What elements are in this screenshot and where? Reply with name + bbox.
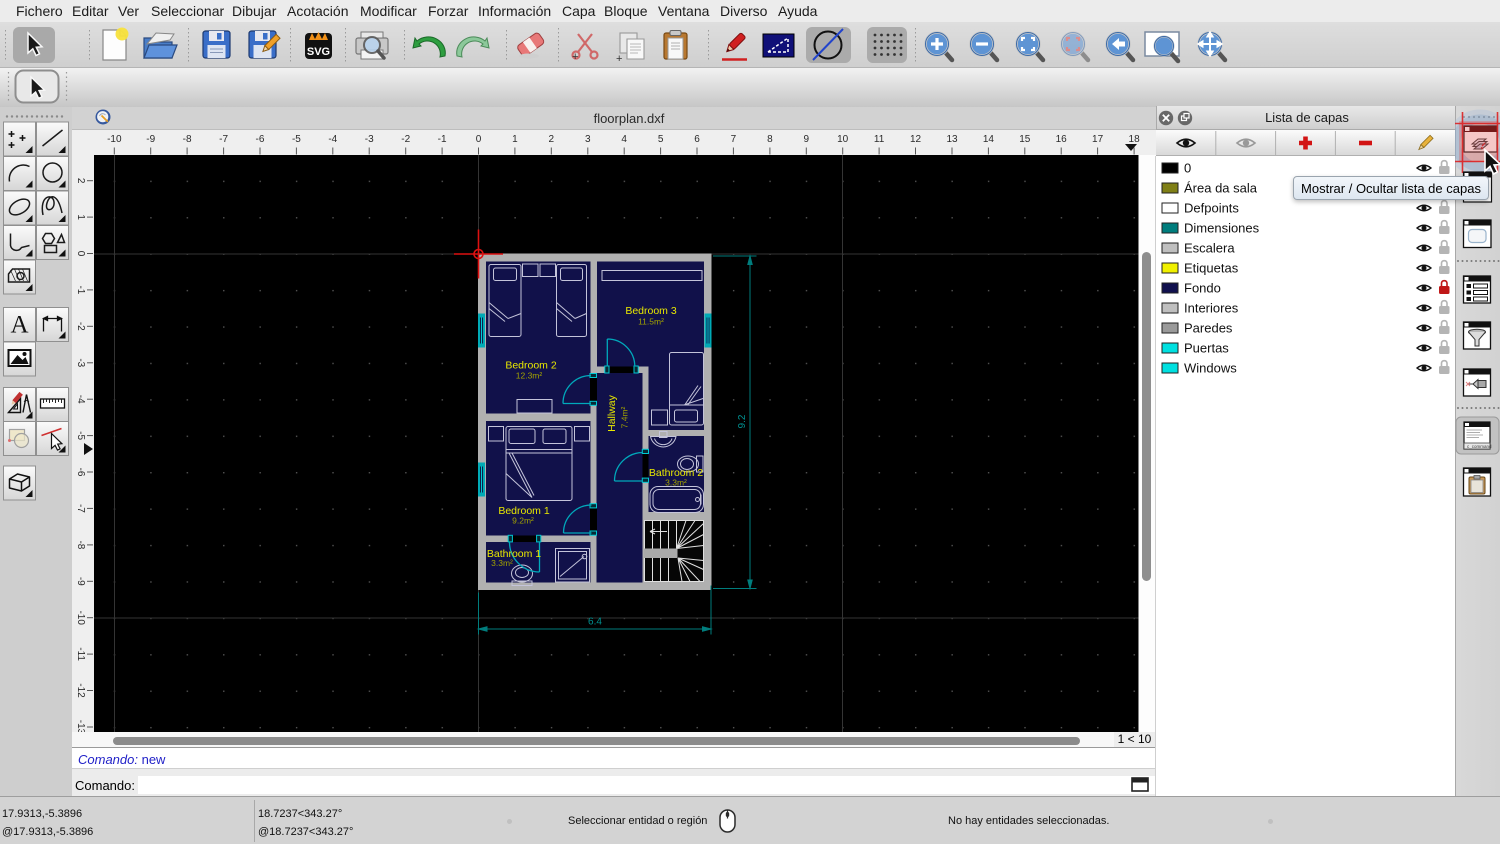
- svg-text:Hallway: Hallway: [606, 394, 618, 432]
- svg-text:7: 7: [731, 134, 737, 145]
- svg-text:12.3m²: 12.3m²: [516, 370, 543, 380]
- svg-text:11.5m²: 11.5m²: [638, 316, 664, 326]
- svg-text:Puertas: Puertas: [1184, 341, 1229, 356]
- svg-text:-8: -8: [183, 134, 192, 145]
- svg-text:6.4: 6.4: [588, 616, 602, 627]
- svg-text:-9: -9: [75, 577, 86, 586]
- svg-text:-9: -9: [146, 134, 155, 145]
- svg-text:2: 2: [549, 134, 555, 145]
- svg-text:Windows: Windows: [1184, 361, 1237, 376]
- svg-text:0: 0: [75, 251, 86, 257]
- svg-text:Bedroom 3: Bedroom 3: [625, 305, 677, 317]
- svg-text:Interiores: Interiores: [1184, 301, 1239, 316]
- svg-text:3.3m²: 3.3m²: [491, 558, 513, 568]
- svg-text:9.2: 9.2: [737, 414, 748, 428]
- svg-text:16: 16: [1056, 134, 1068, 145]
- svg-text:2: 2: [75, 178, 86, 184]
- svg-text:10: 10: [837, 134, 849, 145]
- svg-text:-7: -7: [75, 504, 86, 513]
- svg-text:c_command: c_command: [1467, 444, 1492, 449]
- svg-text:Paredes: Paredes: [1184, 321, 1233, 336]
- svg-text:11: 11: [874, 134, 885, 145]
- svg-text:-1: -1: [438, 134, 447, 145]
- svg-text:-1: -1: [75, 285, 86, 294]
- svg-text:Dimensiones: Dimensiones: [1184, 221, 1260, 236]
- svg-text:Escalera: Escalera: [1184, 241, 1235, 256]
- svg-text:15: 15: [1019, 134, 1031, 145]
- svg-text:+: +: [616, 53, 622, 65]
- svg-text:-3: -3: [365, 134, 374, 145]
- svg-text:9: 9: [804, 134, 810, 145]
- svg-text:12: 12: [910, 134, 922, 145]
- svg-text:-10: -10: [75, 610, 86, 625]
- svg-text:14: 14: [983, 134, 995, 145]
- svg-text:0: 0: [1184, 161, 1191, 176]
- svg-text:6: 6: [694, 134, 700, 145]
- svg-text:-3: -3: [75, 358, 86, 367]
- svg-text:-6: -6: [75, 468, 86, 477]
- svg-text:8: 8: [767, 134, 773, 145]
- svg-text:1: 1: [75, 214, 86, 220]
- svg-text:17: 17: [1092, 134, 1104, 145]
- svg-text:-2: -2: [75, 322, 86, 331]
- svg-text:-10: -10: [107, 134, 122, 145]
- svg-text:-5: -5: [75, 431, 86, 440]
- svg-text:+: +: [572, 51, 578, 63]
- svg-text:A: A: [10, 312, 28, 339]
- svg-text:SVG: SVG: [307, 46, 330, 58]
- svg-text:3: 3: [585, 134, 591, 145]
- svg-text:-7: -7: [219, 134, 228, 145]
- svg-text:9.2m²: 9.2m²: [512, 515, 534, 525]
- svg-text:Fondo: Fondo: [1184, 281, 1221, 296]
- svg-text:Área da sala: Área da sala: [1184, 181, 1258, 196]
- svg-text:-4: -4: [75, 395, 86, 404]
- svg-text:5: 5: [658, 134, 664, 145]
- svg-text:1: 1: [512, 134, 518, 145]
- svg-text:-6: -6: [256, 134, 265, 145]
- svg-text:7.4m²: 7.4m²: [620, 406, 630, 428]
- svg-text:0: 0: [476, 134, 482, 145]
- svg-text:4: 4: [621, 134, 627, 145]
- svg-text:13: 13: [946, 134, 958, 145]
- svg-text:-8: -8: [75, 540, 86, 549]
- svg-text:-12: -12: [75, 683, 86, 698]
- svg-text:-5: -5: [292, 134, 301, 145]
- svg-text:-11: -11: [75, 647, 86, 661]
- svg-text:-2: -2: [401, 134, 410, 145]
- svg-text:Defpoints: Defpoints: [1184, 201, 1239, 216]
- svg-text:Etiquetas: Etiquetas: [1184, 261, 1239, 276]
- svg-text:3.3m²: 3.3m²: [665, 477, 687, 487]
- svg-text:Lista de capas: Lista de capas: [1265, 110, 1349, 125]
- svg-text:-4: -4: [328, 134, 337, 145]
- svg-text:-13: -13: [75, 720, 86, 732]
